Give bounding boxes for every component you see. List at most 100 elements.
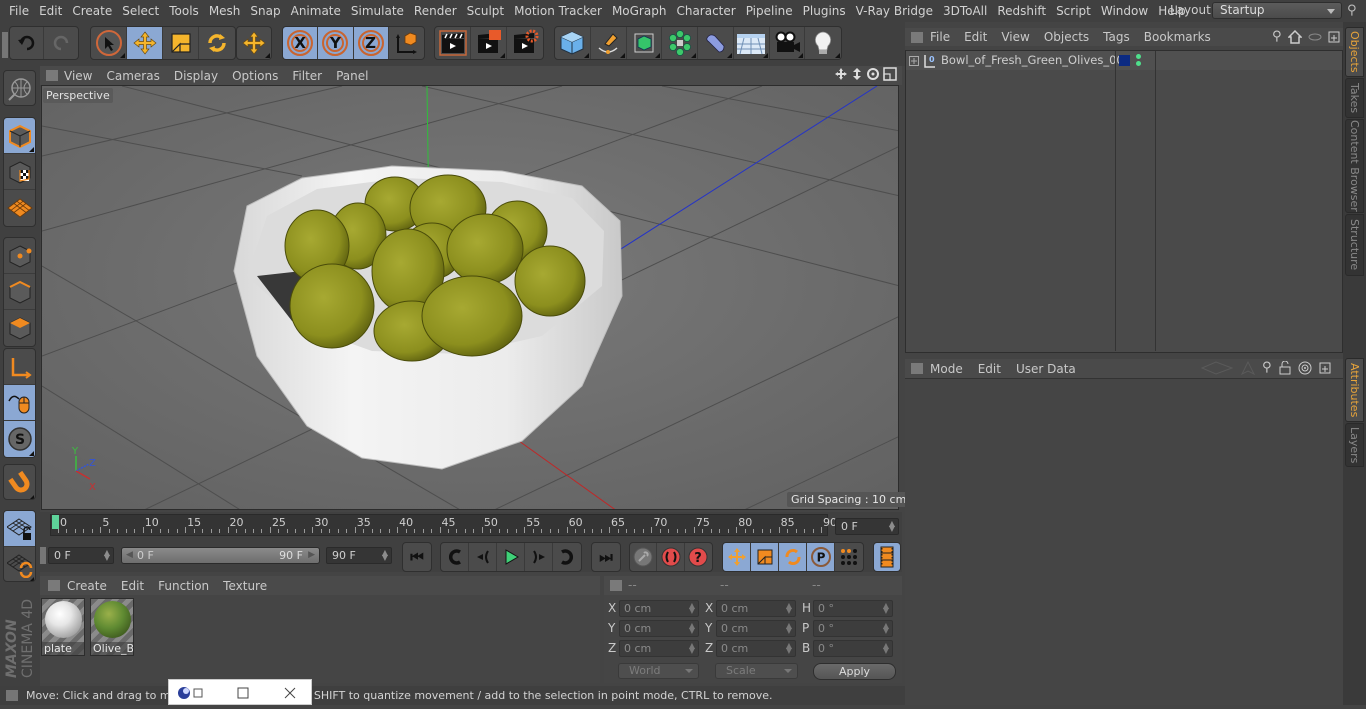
prev-key-button[interactable] [441,543,469,571]
viewport-menu-panel[interactable]: Panel [330,69,376,83]
next-key-button[interactable] [553,543,581,571]
spinner-icon[interactable]: ▲ ▼ [889,520,895,533]
size-field[interactable]: 0 cm ▲ ▼ [716,620,796,637]
tab-structure[interactable]: Structure [1345,214,1364,276]
object-row[interactable]: 0 Bowl_of_Fresh_Green_Olives_001 [906,51,1342,70]
render-visibility-dot[interactable] [1136,61,1141,66]
panel-grip[interactable] [911,31,923,43]
live-selection-button[interactable] [91,27,127,59]
polygons-mode-button[interactable] [4,310,35,346]
spinner-icon[interactable]: ▲ ▼ [883,602,889,615]
rotation-field[interactable]: 0 ° ▲ ▼ [813,600,893,617]
material-menu-edit[interactable]: Edit [114,579,151,593]
key-scale-button[interactable] [751,543,779,571]
menu-simulate[interactable]: Simulate [346,4,409,18]
coordinate-mode-select[interactable]: Scale [715,663,798,679]
tab-takes[interactable]: Takes [1345,78,1364,118]
prev-frame-button[interactable] [469,543,497,571]
size-field[interactable]: 0 cm ▲ ▼ [716,600,796,617]
menu-select[interactable]: Select [117,4,164,18]
position-field[interactable]: 0 cm ▲ ▼ [619,620,699,637]
tab-content-browser[interactable]: Content Browser [1345,119,1364,213]
position-field[interactable]: 0 cm ▲ ▼ [619,640,699,657]
z-axis-lock-button[interactable]: Z [353,27,389,59]
spinner-icon[interactable]: ▲ ▼ [786,622,792,635]
menu-create[interactable]: Create [67,4,117,18]
current-frame-field[interactable]: 0 F ▲ ▼ [835,518,899,535]
viewport-menu-cameras[interactable]: Cameras [100,69,167,83]
menu-3dtoall[interactable]: 3DToAll [938,4,992,18]
edges-mode-button[interactable] [4,274,35,310]
viewport-menu-options[interactable]: Options [226,69,286,83]
deformer-button[interactable] [698,27,734,59]
orbit-icon[interactable] [866,67,880,81]
material-swatch[interactable]: Olive_Br [90,598,134,656]
tweak-mode-button[interactable] [4,385,35,421]
spinner-icon[interactable]: ▲ ▼ [689,622,695,635]
new-panel-icon[interactable] [1319,362,1331,374]
expand-icon[interactable] [909,56,919,66]
column-divider[interactable] [1155,51,1156,351]
start-frame-field[interactable]: 0 F ▲ ▼ [48,547,114,564]
key-parameter-button[interactable]: P [807,543,835,571]
viewport-menu-filter[interactable]: Filter [286,69,330,83]
redo-button[interactable] [44,27,78,59]
menu-animate[interactable]: Animate [286,4,346,18]
coordinate-space-select[interactable]: World [618,663,699,679]
object-name[interactable]: Bowl_of_Fresh_Green_Olives_001 [941,53,1131,67]
material-swatch[interactable]: plate [41,598,85,656]
maximize-view-icon[interactable] [883,67,897,81]
timeline-window-button[interactable] [874,543,900,571]
snap-button[interactable] [4,465,35,499]
editor-visibility-dot[interactable] [1136,54,1141,59]
pen-spline-button[interactable] [591,27,627,59]
object-menu-edit[interactable]: Edit [957,30,994,44]
timeline-ruler[interactable]: 0 5 10 15 20 25 30 35 40 45 50 55 60 65 70 75 80 85 90 [50,514,837,536]
apply-button[interactable]: Apply [813,663,896,680]
navigate-up-icon[interactable] [1241,360,1255,375]
rotation-field[interactable]: 0 ° ▲ ▼ [813,640,893,657]
texture-mode-button[interactable] [4,154,35,190]
target-icon[interactable] [1298,361,1312,375]
cloner-button[interactable] [662,27,698,59]
menu-render[interactable]: Render [409,4,462,18]
spinner-icon[interactable]: ▲ ▼ [786,602,792,615]
planar-workplane-button[interactable] [4,547,35,581]
navigate-back-icon[interactable] [1200,360,1234,375]
3d-viewport[interactable]: Y Z X [41,85,899,510]
undo-button[interactable] [10,27,45,59]
rotate-tool-button[interactable] [199,27,235,59]
attributes-menu-mode[interactable]: Mode [923,362,971,376]
toggle-icon[interactable] [1308,32,1322,42]
search-icon[interactable]: ⚲ [1347,3,1357,18]
render-settings-button[interactable] [507,27,543,59]
position-field[interactable]: 0 cm ▲ ▼ [619,600,699,617]
workplane-mode-button[interactable] [4,190,35,226]
spinner-icon[interactable]: ▲ ▼ [104,549,110,562]
x-axis-lock-button[interactable]: X [283,27,319,59]
make-editable-button[interactable] [4,71,35,105]
attributes-menu-user-data[interactable]: User Data [1009,362,1084,376]
playhead[interactable] [52,515,59,529]
object-menu-view[interactable]: View [994,30,1036,44]
panel-grip[interactable] [46,70,58,81]
new-panel-icon[interactable] [1328,31,1340,43]
material-menu-create[interactable]: Create [60,579,114,593]
solo-button[interactable]: S [4,421,35,457]
pan-icon[interactable] [834,67,848,81]
tab-objects[interactable]: Objects [1345,27,1364,77]
menu-mesh[interactable]: Mesh [204,4,246,18]
menu-v-ray-bridge[interactable]: V-Ray Bridge [851,4,938,18]
tab-attributes[interactable]: Attributes [1345,358,1364,422]
end-frame-field[interactable]: 90 F ▲ ▼ [326,547,392,564]
menu-pipeline[interactable]: Pipeline [741,4,798,18]
panel-grip[interactable] [610,580,622,591]
move-tool-button[interactable] [127,27,163,59]
column-divider[interactable] [1115,51,1116,351]
keyframe-selection-button[interactable]: ? [685,543,712,571]
spinner-icon[interactable]: ▲ ▼ [883,642,889,655]
menu-script[interactable]: Script [1051,4,1096,18]
key-position-button[interactable] [723,543,751,571]
menu-file[interactable]: File [4,4,34,18]
menu-window[interactable]: Window [1096,4,1153,18]
